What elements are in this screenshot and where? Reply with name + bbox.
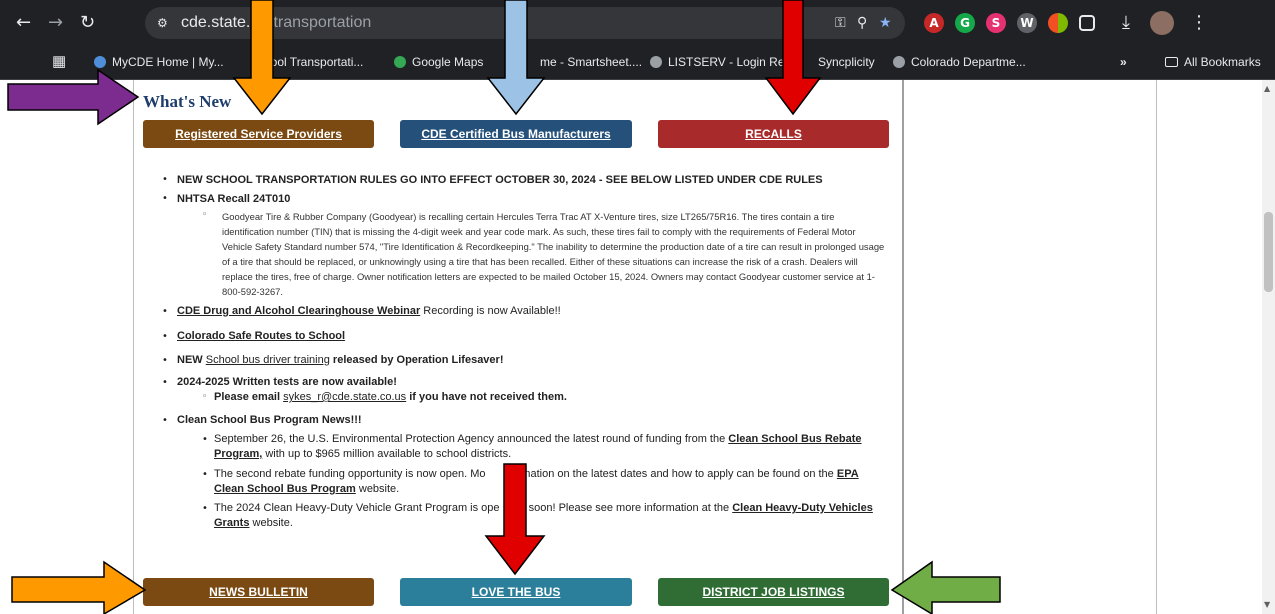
red-down-arrow-bottom bbox=[484, 463, 546, 576]
blue-down-arrow bbox=[486, 0, 546, 116]
purple-right-arrow bbox=[7, 68, 140, 126]
green-left-arrow bbox=[890, 560, 1001, 614]
annotation-arrows bbox=[7, 0, 1001, 614]
red-down-arrow-top bbox=[764, 0, 822, 116]
orange-down-arrow bbox=[232, 0, 292, 116]
orange-right-arrow bbox=[11, 560, 147, 614]
